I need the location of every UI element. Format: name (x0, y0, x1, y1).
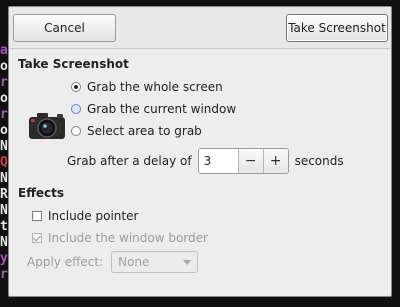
include-border-option: Include the window border (32, 231, 208, 245)
camera-icon (29, 113, 65, 139)
radio-button-icon[interactable] (71, 104, 81, 114)
chevron-down-icon (183, 259, 192, 265)
apply-effect-row: Apply effect: None (27, 251, 199, 273)
delay-spinner[interactable]: 3 − + (197, 148, 289, 174)
radio-select-area[interactable]: Select area to grab (71, 124, 202, 138)
effects-heading: Effects (18, 186, 65, 200)
take-screenshot-button[interactable]: Take Screenshot (286, 14, 388, 42)
checkbox-label: Include pointer (48, 209, 139, 223)
delay-unit: seconds (294, 154, 344, 168)
screenshot-dialog: Cancel Take Screenshot Take Screenshot G… (8, 6, 392, 297)
apply-effect-value: None (118, 255, 150, 269)
header-bar: Cancel Take Screenshot (9, 7, 391, 49)
checkbox-icon (32, 233, 42, 243)
delay-row: Grab after a delay of 3 − + seconds (67, 148, 344, 174)
increment-button[interactable]: + (262, 149, 288, 173)
radio-button-icon[interactable] (71, 126, 81, 136)
radio-label: Grab the current window (87, 102, 237, 116)
decrement-button[interactable]: − (237, 149, 263, 173)
radio-whole-screen[interactable]: Grab the whole screen (71, 80, 223, 94)
background-text-line: y (0, 251, 8, 266)
cancel-button[interactable]: Cancel (13, 14, 116, 42)
radio-button-icon[interactable] (71, 82, 81, 92)
radio-current-window[interactable]: Grab the current window (71, 102, 236, 116)
include-pointer-option[interactable]: Include pointer (32, 209, 138, 223)
apply-effect-dropdown: None (111, 251, 199, 273)
radio-label: Grab the whole screen (87, 80, 223, 94)
apply-effect-label: Apply effect: (27, 255, 104, 269)
checkbox-label: Include the window border (48, 231, 208, 245)
delay-input[interactable]: 3 (198, 149, 238, 173)
checkbox-icon[interactable] (32, 211, 42, 221)
delay-label: Grab after a delay of (67, 154, 192, 168)
take-screenshot-heading: Take Screenshot (18, 57, 129, 71)
radio-label: Select area to grab (87, 124, 202, 138)
